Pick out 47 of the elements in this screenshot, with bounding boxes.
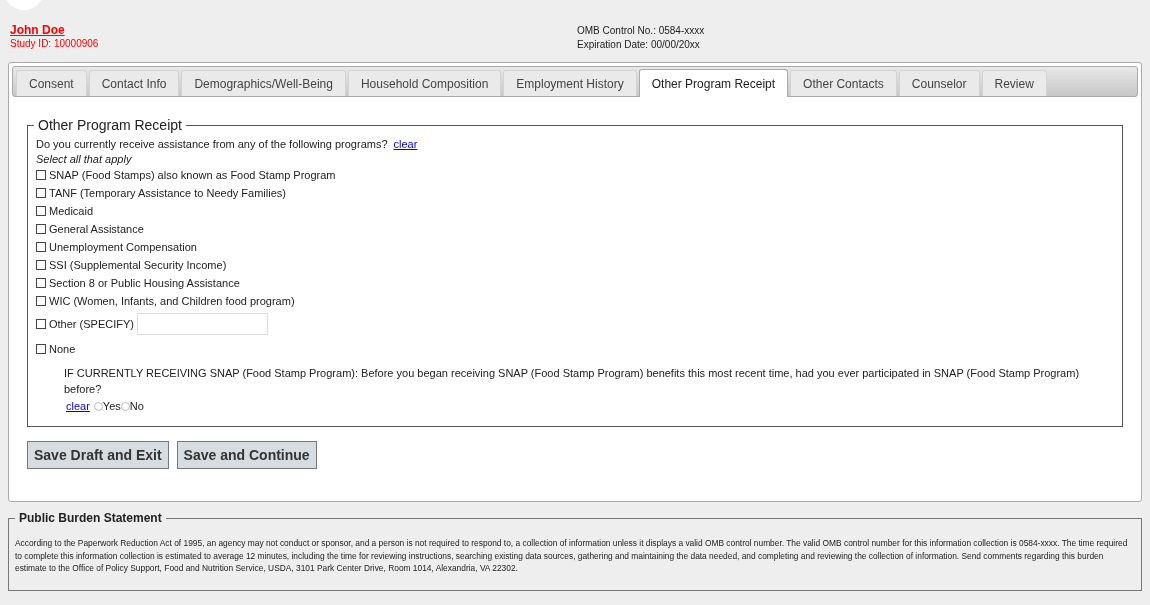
hint-text: Select all that apply [36, 152, 133, 166]
checkbox[interactable] [36, 278, 46, 288]
option-label: Medicaid [49, 203, 94, 219]
omb-control-number: OMB Control No.: 0584-xxxx [577, 24, 705, 38]
option-label: SSI (Supplemental Security Income) [49, 257, 227, 273]
option-label: SNAP (Food Stamps) also known as Food Stamp Program [49, 167, 336, 183]
checkbox[interactable] [36, 296, 46, 306]
tab[interactable]: Other Contacts [790, 70, 897, 96]
tab[interactable]: Contact Info [88, 70, 180, 96]
checkbox[interactable] [36, 188, 46, 198]
tab[interactable]: Consent [16, 70, 87, 96]
section-legend: Other Program Receipt [34, 115, 186, 136]
checkbox[interactable] [36, 319, 46, 329]
clear-link[interactable]: clear [393, 136, 418, 152]
checkbox[interactable] [36, 260, 46, 270]
option-label: Unemployment Compensation [49, 239, 197, 255]
study-id: Study ID: 10000906 [10, 37, 100, 50]
followup-question: IF CURRENTLY RECEIVING SNAP (Food Stamp Program): Before you began receiving SNAP (Food Stamp Program) benefits this most recent time, had you ever participated in SNAP (Food Stamp Program) before? [64, 366, 1081, 397]
checkbox[interactable] [36, 344, 46, 354]
option-label: Other (SPECIFY) [49, 316, 134, 332]
tab[interactable]: Review [981, 70, 1047, 96]
radio-button[interactable] [93, 401, 103, 411]
burden-legend: Public Burden Statement [15, 509, 166, 527]
option-label: Section 8 or Public Housing Assistance [49, 275, 240, 291]
expiration-date: Expiration Date: 00/00/20xx [577, 38, 701, 51]
radio-label: No [129, 399, 144, 414]
checkbox[interactable] [36, 206, 46, 216]
tab[interactable]: Demographics/Well-Being [181, 70, 346, 96]
checkbox[interactable] [36, 170, 46, 180]
tab[interactable]: Counselor [898, 70, 980, 96]
burden-statement: According to the Paperwork Reduction Act of 1995, an agency may not conduct or sponsor, and a person is not required to respond to, a collection of information unless it displays a valid OMB control number. The valid OMB control number for this information collection is 0584-xxxx. The time required to complete this information collection is estimated to average 12 minutes, including the time for reviewing instructions, searching existing data sources, gathering and maintaining the data needed, and completing and reviewing the collection of information. Send comments regarding this burden estimate to the Office of Policy Support, Food and Nutrition Service, USDA, 3101 Park Center Drive, Room 1014, Alexandria, VA 22302. [15, 537, 1129, 575]
option-label: None [49, 341, 76, 357]
checkbox[interactable] [36, 224, 46, 234]
option-label: WIC (Women, Infants, and Children food program) [49, 293, 295, 309]
clear-link[interactable]: clear [66, 397, 90, 415]
option-label: General Assistance [49, 221, 144, 237]
tab[interactable]: Other Program Receipt [638, 69, 789, 97]
specify-input-field[interactable] [136, 313, 268, 335]
tab[interactable]: Employment History [503, 70, 637, 96]
save-button[interactable]: Save and Continue [176, 441, 317, 469]
radio-button[interactable] [120, 401, 130, 411]
radio-label: Yes [102, 399, 121, 414]
save-button[interactable]: Save Draft and Exit [27, 441, 169, 469]
tab[interactable]: Household Composition [347, 70, 502, 96]
question-text: Do you currently receive assistance from any of the following programs? [36, 137, 388, 152]
checkbox[interactable] [36, 242, 46, 252]
option-label: TANF (Temporary Assistance to Needy Families) [49, 185, 286, 201]
